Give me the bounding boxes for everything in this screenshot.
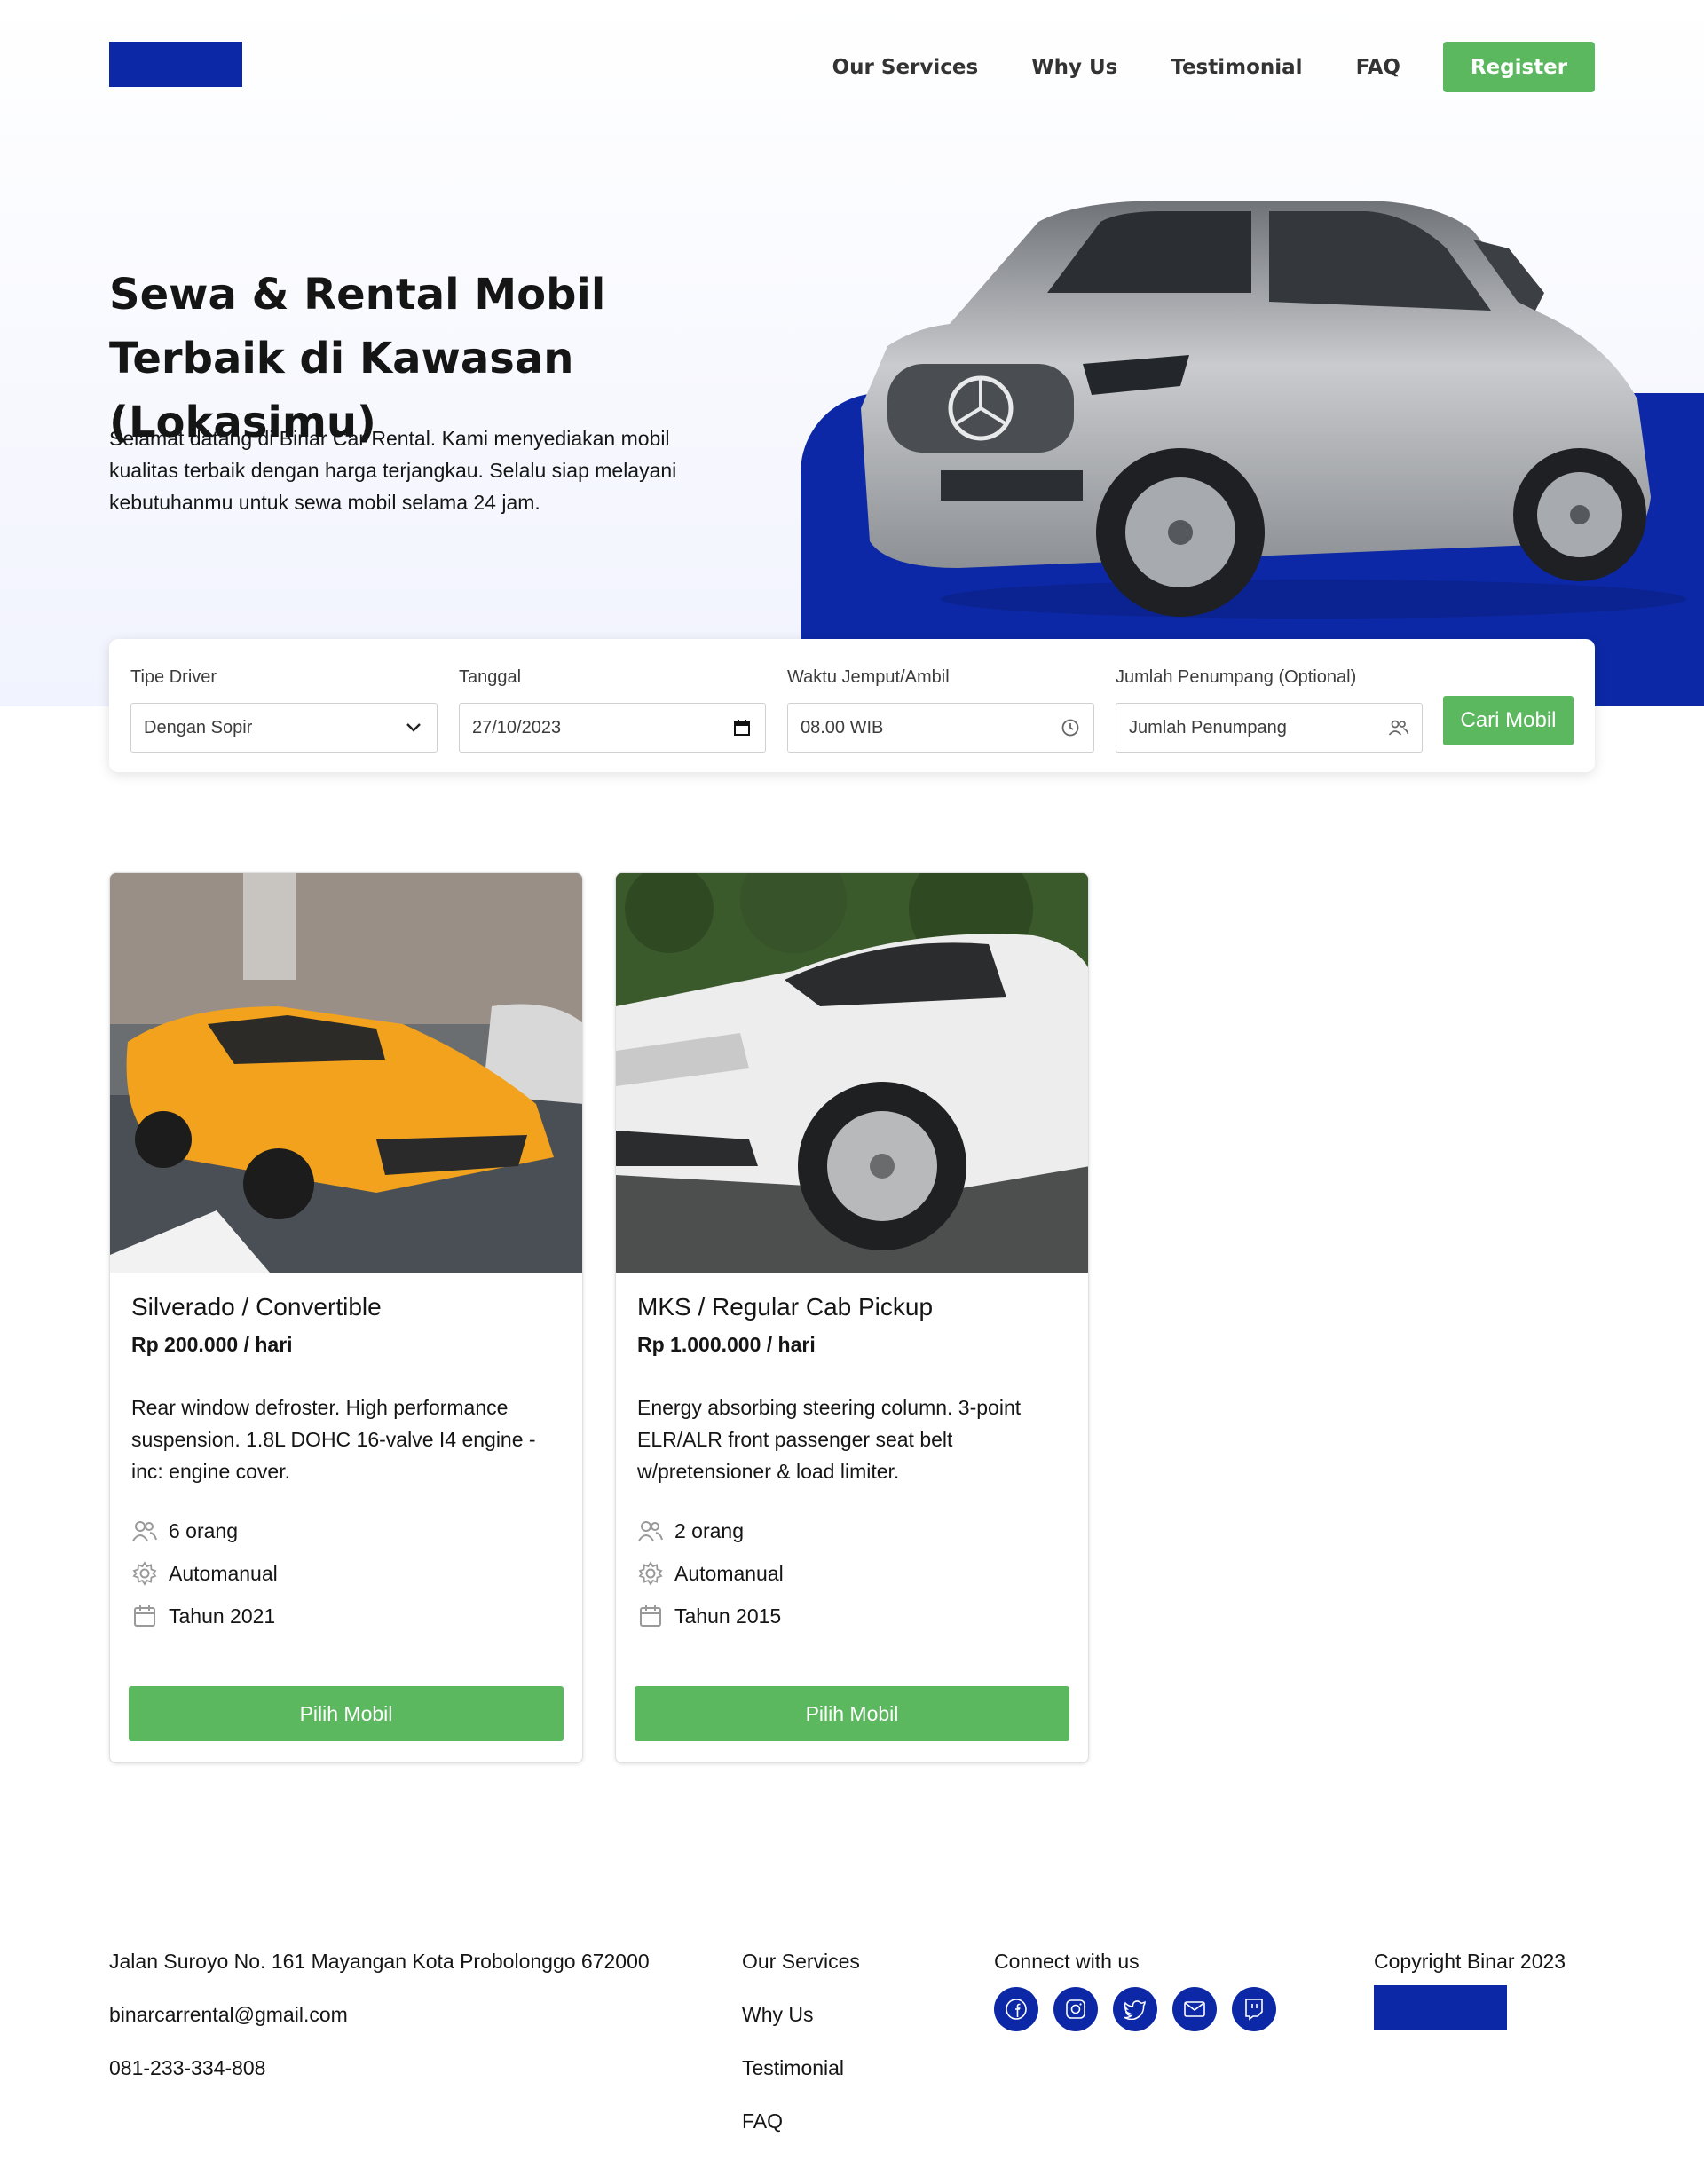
choose-car-button[interactable]: Pilih Mobil (635, 1686, 1069, 1741)
car-capacity-text: 6 orang (169, 1518, 239, 1542)
passenger-placeholder: Jumlah Penumpang (1129, 717, 1287, 737)
car-price: Rp 200.000 / hari (131, 1333, 293, 1356)
hero-description: Selamat datang di Binar Car Rental. Kami… (109, 427, 677, 514)
passenger-input[interactable]: Jumlah Penumpang (1116, 703, 1423, 753)
car-name: Silverado / Convertible (131, 1293, 382, 1321)
car-year-text: Tahun 2015 (674, 1604, 782, 1628)
car-card: Silverado / Convertible Rp 200.000 / har… (109, 872, 583, 1763)
orange-sports-car-photo (110, 873, 582, 1273)
instagram-icon[interactable] (1053, 1987, 1098, 2031)
white-suv-photo (616, 873, 1088, 1273)
nav-why-us[interactable]: Why Us (1031, 56, 1117, 79)
search-form: Tipe Driver Dengan Sopir Tanggal 27/10/2… (109, 639, 1595, 772)
pickup-time-field: Waktu Jemput/Ambil 08.00 WIB (787, 666, 1094, 753)
car-capacity: 2 orang (637, 1518, 744, 1544)
footer-email[interactable]: binarcarrental@gmail.com (109, 2001, 650, 2054)
driver-type-field: Tipe Driver Dengan Sopir (130, 666, 438, 753)
car-description: Energy absorbing steering column. 3-poin… (637, 1396, 1022, 1483)
nav-faq[interactable]: FAQ (1356, 56, 1400, 79)
footer-link-our-services[interactable]: Our Services (742, 1948, 860, 2001)
passenger-field: Jumlah Penumpang (Optional) Jumlah Penum… (1116, 666, 1423, 753)
car-card: MKS / Regular Cab Pickup Rp 1.000.000 / … (615, 872, 1089, 1763)
footer-link-why-us[interactable]: Why Us (742, 2001, 860, 2054)
gear-icon (637, 1560, 664, 1587)
users-icon (1388, 717, 1409, 738)
register-button[interactable]: Register (1443, 42, 1595, 92)
users-icon (131, 1518, 158, 1544)
date-field: Tanggal 27/10/2023 (459, 666, 766, 753)
car-capacity: 6 orang (131, 1518, 238, 1544)
connect-label: Connect with us (994, 1950, 1140, 1973)
car-year: Tahun 2021 (131, 1603, 275, 1629)
nav-our-services[interactable]: Our Services (832, 56, 979, 79)
footer-contact: Jalan Suroyo No. 161 Mayangan Kota Probo… (109, 1948, 650, 2108)
footer-link-testimonial[interactable]: Testimonial (742, 2054, 860, 2108)
clock-icon (1060, 717, 1081, 738)
footer-brand: Copyright Binar 2023 (1374, 1948, 1566, 2030)
social-icons (994, 1987, 1291, 2031)
footer-link-faq[interactable]: FAQ (742, 2108, 860, 2161)
gear-icon (131, 1560, 158, 1587)
car-description: Rear window defroster. High performance … (131, 1396, 536, 1483)
footer-address: Jalan Suroyo No. 161 Mayangan Kota Probo… (109, 1950, 650, 1973)
passenger-label: Jumlah Penumpang (Optional) (1116, 667, 1357, 687)
car-capacity-text: 2 orang (674, 1518, 745, 1542)
footer-logo[interactable] (1374, 1985, 1507, 2030)
driver-type-select[interactable]: Dengan Sopir (130, 703, 438, 753)
nav-testimonial[interactable]: Testimonial (1171, 56, 1302, 79)
car-year-text: Tahun 2021 (169, 1604, 276, 1628)
twitter-icon[interactable] (1113, 1987, 1157, 2031)
driver-type-label: Tipe Driver (130, 667, 217, 687)
car-transmission-text: Automanual (674, 1561, 784, 1585)
pickup-time-input[interactable]: 08.00 WIB (787, 703, 1094, 753)
date-label: Tanggal (459, 667, 522, 687)
top-nav: Our Services Why Us Testimonial FAQ Regi… (832, 42, 1595, 92)
copyright-text: Copyright Binar 2023 (1374, 1950, 1566, 1973)
facebook-icon[interactable] (994, 1987, 1038, 2031)
users-icon (637, 1518, 664, 1544)
car-name: MKS / Regular Cab Pickup (637, 1293, 934, 1321)
driver-type-value: Dengan Sopir (144, 717, 253, 737)
calendar-icon (637, 1603, 664, 1629)
hero-car-image (861, 201, 1686, 619)
car-transmission: Automanual (131, 1560, 278, 1587)
car-year: Tahun 2015 (637, 1603, 781, 1629)
calendar-icon (131, 1603, 158, 1629)
date-input[interactable]: 27/10/2023 (459, 703, 766, 753)
footer-links: Our Services Why Us Testimonial FAQ (742, 1948, 860, 2161)
calendar-icon[interactable] (731, 717, 753, 738)
footer-phone[interactable]: 081-233-334-808 (109, 2054, 650, 2108)
pickup-time-label: Waktu Jemput/Ambil (787, 667, 950, 687)
choose-car-button[interactable]: Pilih Mobil (129, 1686, 564, 1741)
chevron-down-icon (403, 717, 424, 738)
car-transmission: Automanual (637, 1560, 784, 1587)
twitch-icon[interactable] (1232, 1987, 1276, 2031)
brand-logo[interactable] (109, 42, 242, 87)
pickup-time-value: 08.00 WIB (801, 717, 884, 737)
footer-social: Connect with us (994, 1948, 1291, 2031)
date-value: 27/10/2023 (472, 717, 562, 737)
car-price: Rp 1.000.000 / hari (637, 1333, 816, 1356)
car-transmission-text: Automanual (169, 1561, 278, 1585)
mail-icon[interactable] (1172, 1987, 1217, 2031)
search-car-button[interactable]: Cari Mobil (1443, 696, 1574, 745)
